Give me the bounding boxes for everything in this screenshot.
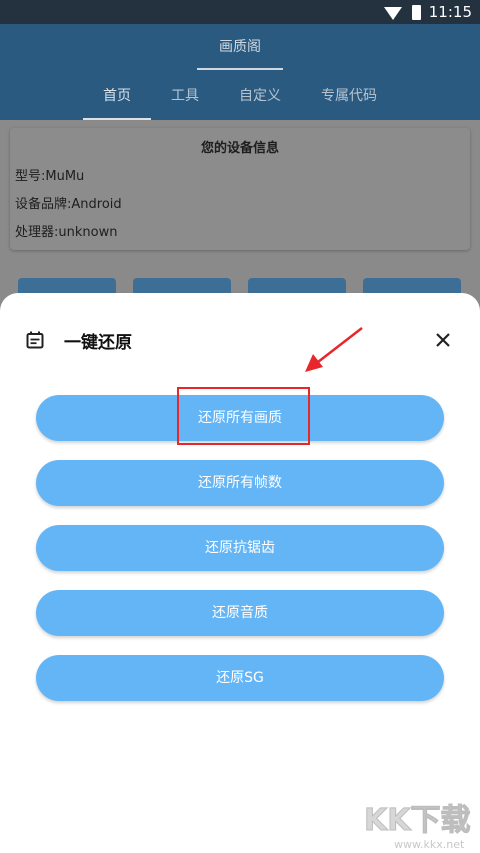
device-model: 型号:MuMu (15, 169, 85, 184)
restore-antialiasing-button[interactable]: 还原抗锯齿 (36, 525, 444, 571)
device-info-card: 您的设备信息 型号:MuMu 设备品牌:Android 处理器:unknown (10, 128, 470, 250)
tab-home[interactable]: 首页 (83, 72, 151, 120)
sheet-title: 一键还原 (64, 333, 132, 353)
watermark-url: www.kkx.net (394, 838, 465, 851)
highlight-box (177, 387, 310, 445)
restore-sg-button[interactable]: 还原SG (36, 655, 444, 701)
restore-audio-quality-button[interactable]: 还原音质 (36, 590, 444, 636)
restore-bottom-sheet: 一键还原 (0, 293, 480, 853)
status-bar: 11:15 (0, 0, 480, 24)
wifi-icon (383, 6, 402, 20)
watermark-logo-text: KK下载 (364, 803, 471, 838)
device-info-title: 您的设备信息 (200, 141, 279, 156)
device-processor: 处理器:unknown (15, 225, 118, 240)
tab-bar: 首页 工具 自定义 专属代码 (0, 72, 480, 120)
calendar-icon (26, 331, 44, 349)
app-bar: 画质阁 (0, 24, 480, 72)
device-brand: 设备品牌:Android (15, 197, 122, 212)
battery-icon (411, 4, 421, 20)
sheet-header: 一键还原 (0, 293, 480, 389)
watermark-logo: KK下载 www.kkx.net (364, 803, 472, 852)
status-time: 11:15 (428, 3, 472, 21)
tab-custom[interactable]: 自定义 (219, 72, 301, 120)
tab-exclusive-code[interactable]: 专属代码 (301, 72, 397, 120)
close-icon[interactable] (432, 329, 454, 351)
restore-all-fps-button[interactable]: 还原所有帧数 (36, 460, 444, 506)
tab-tools[interactable]: 工具 (151, 72, 219, 120)
app-title: 画质阁 (197, 24, 283, 70)
